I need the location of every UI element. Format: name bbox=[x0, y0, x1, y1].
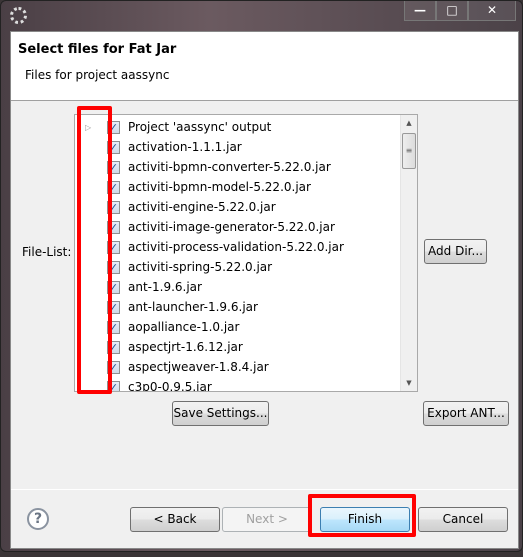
close-button[interactable]: ✕ bbox=[468, 1, 516, 21]
file-list-item[interactable]: ✓ aopalliance-1.0.jar bbox=[75, 317, 401, 337]
file-list-item[interactable]: ✓ activiti-image-generator-5.22.0.jar bbox=[75, 217, 401, 237]
file-item-label: ant-launcher-1.9.6.jar bbox=[128, 300, 258, 314]
scroll-down-arrow-icon[interactable]: ▼ bbox=[401, 375, 417, 391]
file-list-tree[interactable]: ✓ c3p0-0.9.5.jar ✓ aspectjweaver-1.8.4.jar ✓… bbox=[74, 114, 418, 392]
file-item-label: Project 'aassync' output bbox=[128, 120, 272, 134]
file-list-item[interactable]: ✓ activiti-process-validation-5.22.0.jar bbox=[75, 237, 401, 257]
scroll-up-arrow-icon[interactable]: ▲ bbox=[401, 115, 417, 131]
file-list-item[interactable]: ✓ activiti-bpmn-converter-5.22.0.jar bbox=[75, 157, 401, 177]
file-item-label: activiti-bpmn-model-5.22.0.jar bbox=[128, 180, 311, 194]
file-item-label: aspectjrt-1.6.12.jar bbox=[128, 340, 243, 354]
file-list-item[interactable]: ✓ aspectjweaver-1.8.4.jar bbox=[75, 357, 401, 377]
file-list-item[interactable]: ✓ activiti-bpmn-model-5.22.0.jar bbox=[75, 177, 401, 197]
scroll-thumb[interactable]: ≡ bbox=[402, 133, 416, 169]
file-item-label: activiti-process-validation-5.22.0.jar bbox=[128, 240, 344, 254]
export-ant-button[interactable]: Export ANT... bbox=[423, 401, 509, 426]
file-item-label: aspectjweaver-1.8.4.jar bbox=[128, 360, 269, 374]
next-button: Next > bbox=[222, 507, 312, 532]
file-list-item[interactable]: ✓ ant-1.9.6.jar bbox=[75, 277, 401, 297]
help-icon[interactable]: ? bbox=[27, 508, 49, 530]
file-list-item[interactable]: ✓ activation-1.1.1.jar bbox=[75, 137, 401, 157]
wizard-header: Select files for Fat Jar Files for proje… bbox=[11, 32, 518, 101]
file-list-item[interactable]: ▷ ✓ Project 'aassync' output bbox=[75, 117, 401, 137]
file-item-label: activiti-bpmn-converter-5.22.0.jar bbox=[128, 160, 331, 174]
minimize-button[interactable]: — bbox=[404, 1, 436, 21]
file-item-label: activiti-engine-5.22.0.jar bbox=[128, 200, 276, 214]
eclipse-gear-icon bbox=[10, 7, 27, 24]
file-item-label: aopalliance-1.0.jar bbox=[128, 320, 240, 334]
page-title: Select files for Fat Jar bbox=[18, 42, 177, 57]
page-subtitle: Files for project aassync bbox=[25, 68, 170, 82]
back-button[interactable]: < Back bbox=[130, 507, 220, 532]
file-item-label: ant-1.9.6.jar bbox=[128, 280, 202, 294]
add-dir-button[interactable]: Add Dir... bbox=[424, 239, 487, 264]
file-list-item[interactable]: ✓ activiti-engine-5.22.0.jar bbox=[75, 197, 401, 217]
file-list-label: File-List: bbox=[22, 245, 72, 259]
file-list-item[interactable]: ✓ ant-launcher-1.9.6.jar bbox=[75, 297, 401, 317]
maximize-button[interactable]: □ bbox=[436, 1, 468, 21]
file-item-label: activiti-image-generator-5.22.0.jar bbox=[128, 220, 335, 234]
file-list-item[interactable]: ✓ aspectjrt-1.6.12.jar bbox=[75, 337, 401, 357]
save-settings-button[interactable]: Save Settings... bbox=[172, 401, 269, 426]
vertical-scrollbar[interactable]: ▲ ≡ ▼ bbox=[400, 115, 417, 391]
finish-button-highlight bbox=[308, 494, 416, 537]
cancel-button[interactable]: Cancel bbox=[418, 507, 508, 532]
file-item-label: activiti-spring-5.22.0.jar bbox=[128, 260, 273, 274]
file-item-label: activation-1.1.1.jar bbox=[128, 140, 242, 154]
file-item-label: c3p0-0.9.5.jar bbox=[128, 380, 212, 392]
separator bbox=[11, 489, 518, 490]
file-list-item[interactable]: ✓ activiti-spring-5.22.0.jar bbox=[75, 257, 401, 277]
file-list-item[interactable]: ✓ c3p0-0.9.5.jar bbox=[75, 377, 401, 392]
checkbox-column-highlight bbox=[77, 106, 112, 394]
